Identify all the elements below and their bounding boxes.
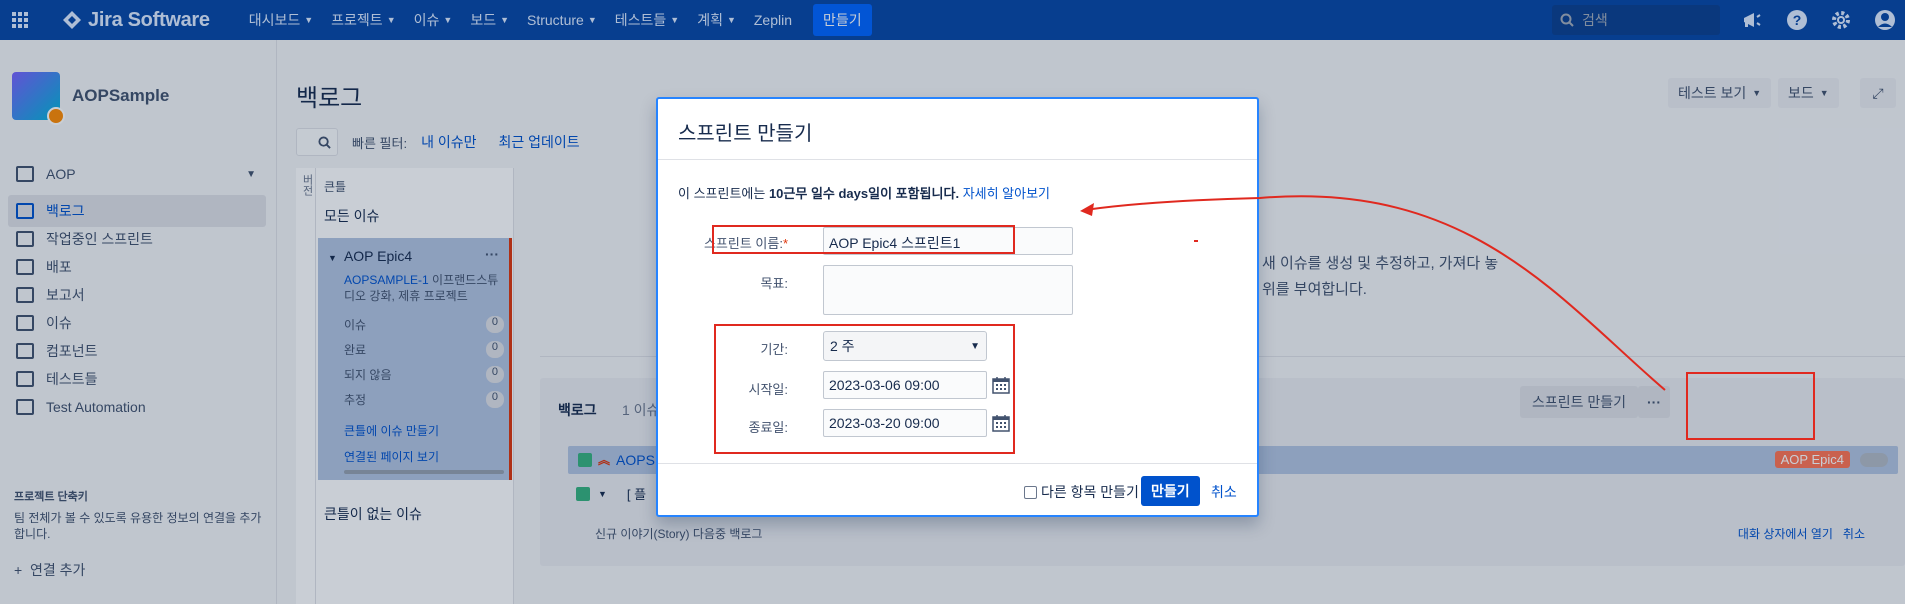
- annotation-arrow: [1080, 195, 1666, 391]
- annotation-arrowhead: [1080, 203, 1094, 216]
- annotation-arrow-line: [1084, 195, 1666, 391]
